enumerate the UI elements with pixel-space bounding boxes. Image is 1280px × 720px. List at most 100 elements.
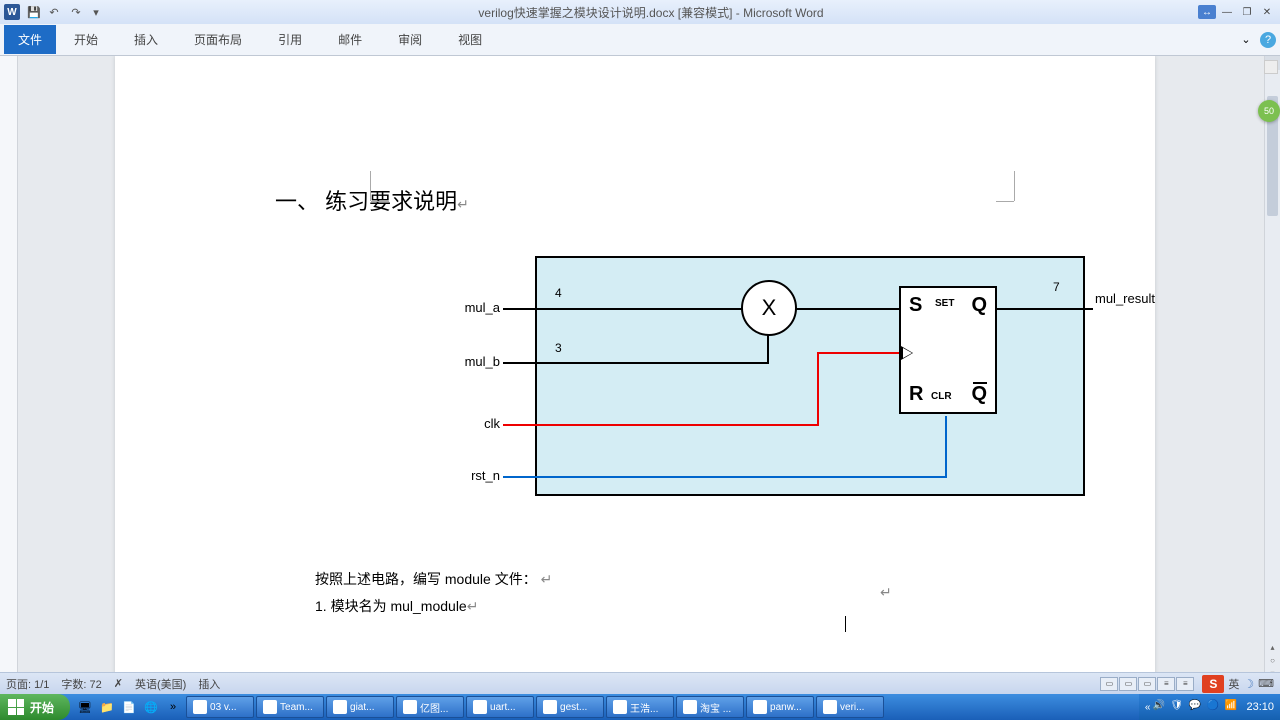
tab-page-layout[interactable]: 页面布局 xyxy=(176,25,260,54)
view-draft-button[interactable]: ≡ xyxy=(1176,677,1194,691)
qat-undo-button[interactable]: ↶ xyxy=(46,4,62,20)
status-word-count[interactable]: 字数: 72 xyxy=(61,676,101,692)
flip-flop: S SET Q R CLR Q xyxy=(899,286,997,414)
view-outline-button[interactable]: ≡ xyxy=(1157,677,1175,691)
taskbar-item-6[interactable]: 王浩... xyxy=(606,696,674,718)
task-label: 王浩... xyxy=(630,700,658,715)
taskbar-item-8[interactable]: panw... xyxy=(746,696,814,718)
taskbar-item-2[interactable]: giat... xyxy=(326,696,394,718)
vertical-ruler xyxy=(0,56,18,694)
task-label: panw... xyxy=(770,702,802,713)
width-out: 7 xyxy=(1053,280,1060,294)
minimize-button[interactable]: — xyxy=(1218,5,1236,19)
ql-button-5[interactable]: » xyxy=(163,697,183,717)
file-tab[interactable]: 文件 xyxy=(4,25,56,54)
task-icon xyxy=(473,700,487,714)
ql-button-4[interactable]: 🌐 xyxy=(141,697,161,717)
qat-save-button[interactable]: 💾 xyxy=(26,4,42,20)
vertical-scrollbar[interactable]: ▴ ▴ ○ ▾ ▾ xyxy=(1264,56,1280,694)
tab-review[interactable]: 审阅 xyxy=(380,25,440,54)
circuit-diagram: mul_a mul_b clk rst_n mul_result 4 3 7 xyxy=(405,256,1085,516)
paragraph-mark-icon: ↵ xyxy=(457,196,469,212)
ql-button-3[interactable]: 📄 xyxy=(119,697,139,717)
status-language[interactable]: 英语(美国) xyxy=(135,676,186,692)
tab-mailings[interactable]: 邮件 xyxy=(320,25,380,54)
qat-redo-button[interactable]: ↷ xyxy=(68,4,84,20)
body-text: 按照上述电路，编写 module 文件： ↵ 1. 模块名为 mul_modul… xyxy=(315,566,1015,619)
tray-icon[interactable]: 📶 xyxy=(1224,700,1238,714)
tray-expand-button[interactable]: « xyxy=(1145,702,1151,713)
view-full-screen-button[interactable]: ▭ xyxy=(1119,677,1137,691)
ime-moon-icon[interactable]: ☽ xyxy=(1243,677,1254,691)
taskbar-item-1[interactable]: Team... xyxy=(256,696,324,718)
qbar-overline xyxy=(973,382,987,384)
margin-corner-tl xyxy=(370,171,388,201)
task-icon xyxy=(753,700,767,714)
tab-references[interactable]: 引用 xyxy=(260,25,320,54)
status-proofing-icon[interactable]: ✗ xyxy=(114,677,123,690)
view-web-layout-button[interactable]: ▭ xyxy=(1138,677,1156,691)
status-insert-mode[interactable]: 插入 xyxy=(198,676,220,692)
ff-clr-label: CLR xyxy=(931,391,952,402)
prev-page-button[interactable]: ▴ xyxy=(1265,641,1280,654)
task-label: uart... xyxy=(490,702,516,713)
ql-button-2[interactable]: 📁 xyxy=(97,697,117,717)
tab-view[interactable]: 视图 xyxy=(440,25,500,54)
task-icon xyxy=(683,700,697,714)
task-label: Team... xyxy=(280,702,313,713)
windows-taskbar: 开始 🖥 📁 📄 🌐 » 03 v... Team... giat... 亿图.… xyxy=(0,694,1280,720)
ribbon-tabs: 文件 开始 插入 页面布局 引用 邮件 审阅 视图 ⌄ ? xyxy=(0,24,1280,56)
ime-extra-icon[interactable]: ⌨ xyxy=(1258,677,1274,690)
ql-button-1[interactable]: 🖥 xyxy=(75,697,95,717)
ff-q-label: Q xyxy=(971,294,987,317)
ribbon-expand-icon[interactable]: ⌄ xyxy=(1238,32,1254,48)
tray-icon[interactable]: 🔊 xyxy=(1152,700,1166,714)
task-label: giat... xyxy=(350,702,374,713)
label-clk: clk xyxy=(440,416,500,431)
taskbar-item-3[interactable]: 亿图... xyxy=(396,696,464,718)
help-icon[interactable]: ? xyxy=(1260,32,1276,48)
taskbar-clock[interactable]: 23:10 xyxy=(1246,701,1274,713)
tray-icon[interactable]: 🔵 xyxy=(1206,700,1220,714)
taskbar-item-0[interactable]: 03 v... xyxy=(186,696,254,718)
task-icon xyxy=(333,700,347,714)
task-icon xyxy=(263,700,277,714)
ff-s-label: S xyxy=(909,294,922,317)
task-label: veri... xyxy=(840,702,864,713)
taskbar-item-4[interactable]: uart... xyxy=(466,696,534,718)
task-label: 亿图... xyxy=(420,700,448,715)
ime-lang[interactable]: 英 xyxy=(1228,676,1239,692)
taskbar-item-5[interactable]: gest... xyxy=(536,696,604,718)
wire-clk-h1 xyxy=(503,424,819,426)
width-a: 4 xyxy=(555,286,562,300)
tab-home[interactable]: 开始 xyxy=(56,25,116,54)
wire-clk-v xyxy=(817,352,819,426)
ime-badge-icon[interactable]: S xyxy=(1202,675,1224,693)
tray-icon[interactable]: 🛡 xyxy=(1170,700,1184,714)
view-print-layout-button[interactable]: ▭ xyxy=(1100,677,1118,691)
body-line-1: 按照上述电路，编写 module 文件： xyxy=(315,571,537,587)
start-label: 开始 xyxy=(30,699,54,716)
clock-triangle-icon xyxy=(901,346,913,360)
status-page[interactable]: 页面: 1/1 xyxy=(6,676,49,692)
task-label: 淘宝 ... xyxy=(700,700,731,715)
taskbar-item-7[interactable]: 淘宝 ... xyxy=(676,696,744,718)
document-page[interactable]: 一、 练习要求说明↵ mul_a mul_b clk rst_n mul_res… xyxy=(115,56,1155,694)
close-button[interactable]: ✕ xyxy=(1258,5,1276,19)
browse-object-button[interactable]: ○ xyxy=(1265,654,1280,667)
word-app-icon: W xyxy=(4,4,20,20)
ff-set-label: SET xyxy=(935,298,954,309)
ruler-toggle-button[interactable] xyxy=(1264,60,1278,74)
restore-button[interactable]: ❐ xyxy=(1238,5,1256,19)
taskbar-item-9[interactable]: veri... xyxy=(816,696,884,718)
wire-mult-out xyxy=(795,308,899,310)
qat-customize-button[interactable]: ▾ xyxy=(88,4,104,20)
tray-icon[interactable]: 💬 xyxy=(1188,700,1202,714)
windows-logo-icon xyxy=(8,699,24,715)
zoom-badge[interactable]: 50 xyxy=(1258,100,1280,122)
wire-q-out xyxy=(997,308,1093,310)
sync-button[interactable]: ↔ xyxy=(1198,5,1216,19)
tab-insert[interactable]: 插入 xyxy=(116,25,176,54)
task-icon xyxy=(403,700,417,714)
start-button[interactable]: 开始 xyxy=(0,694,70,720)
